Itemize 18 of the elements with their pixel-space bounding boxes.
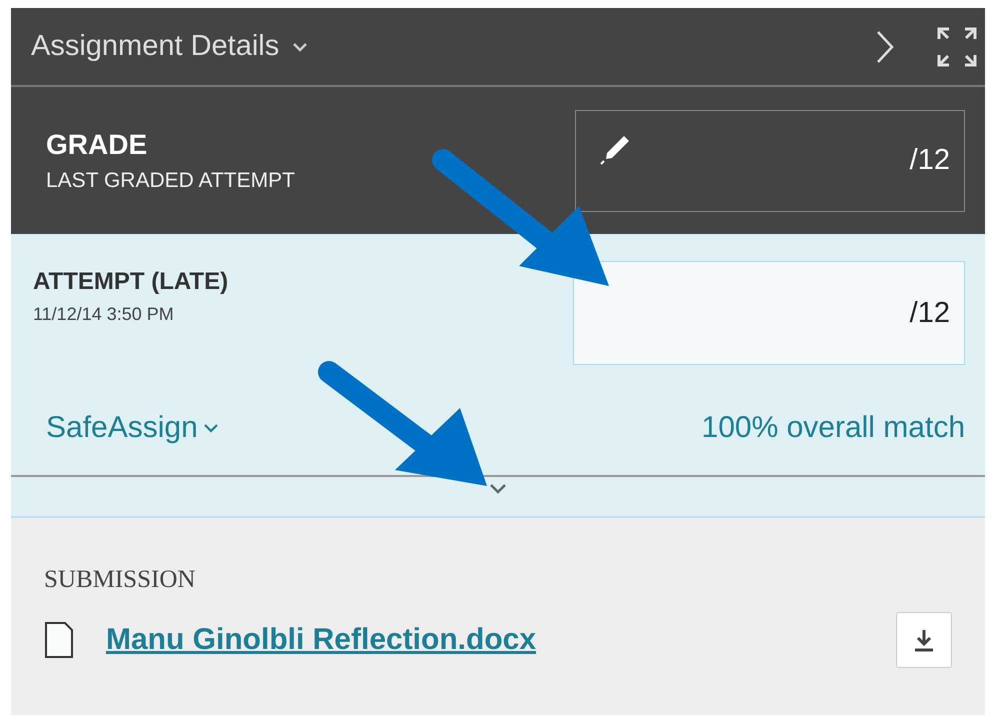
caret-icon [291,40,310,52]
safeassign-dropdown[interactable]: SafeAssign [46,411,220,445]
panel-title-dropdown[interactable]: Assignment Details [31,30,310,63]
document-icon [44,621,74,659]
file-link[interactable]: Manu Ginolbli Reflection.docx [106,623,536,657]
attempt-heading: ATTEMPT (LATE) [33,268,228,296]
grade-subtitle: LAST GRADED ATTEMPT [46,168,295,192]
submission-heading: SUBMISSION [44,566,196,594]
caret-icon [202,422,220,434]
expand-icon[interactable] [937,26,977,66]
next-icon[interactable] [875,30,895,64]
grade-heading: GRADE [46,128,148,160]
attempt-date: 11/12/14 3:50 PM [33,304,175,325]
download-button[interactable] [896,612,952,668]
expand-chevron-icon[interactable] [488,483,508,495]
grade-field[interactable]: /12 [575,110,965,212]
attempt-score-field[interactable]: /12 [573,261,965,365]
match-score: 100% overall match [702,411,965,445]
